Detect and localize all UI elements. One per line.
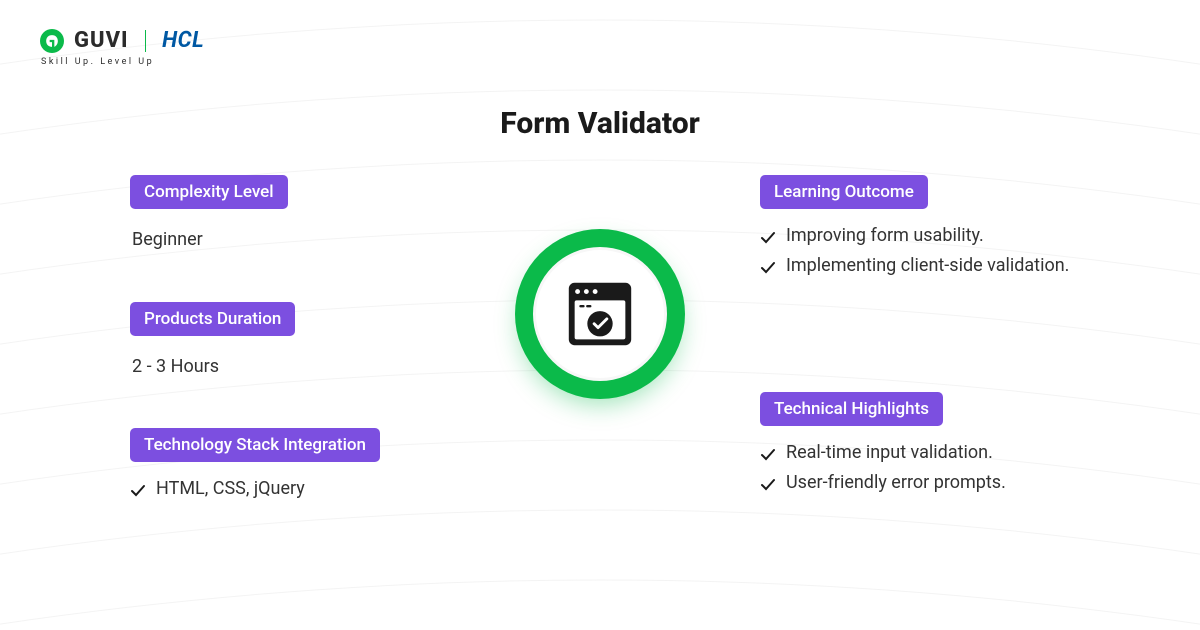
learning-item-0: Improving form usability. [786, 225, 984, 246]
hcl-brand-text: HCL [162, 28, 204, 53]
outer-ring [515, 229, 685, 399]
header: GUVI HCL Skill Up. Level Up [40, 28, 204, 67]
duration-value: 2 - 3 Hours [132, 352, 470, 383]
logo-block: GUVI HCL Skill Up. Level Up [40, 28, 204, 67]
check-icon [760, 259, 776, 277]
section-highlights: Technical Highlights Real-time input val… [760, 392, 1140, 494]
check-icon [760, 446, 776, 464]
tagline: Skill Up. Level Up [41, 57, 204, 67]
list-item: Implementing client-side validation. [760, 255, 1140, 277]
page-title: Form Validator [500, 106, 700, 141]
duration-label: Products Duration [130, 302, 295, 336]
guvi-brand-text: GUVI [74, 28, 129, 53]
list-item: User-friendly error prompts. [760, 472, 1140, 494]
learning-item-1: Implementing client-side validation. [786, 255, 1069, 276]
section-learning: Learning Outcome Improving form usabilit… [760, 175, 1140, 277]
check-icon [760, 476, 776, 494]
logo-row: GUVI HCL [40, 28, 204, 53]
guvi-logo-icon [40, 29, 64, 53]
tech-label: Technology Stack Integration [130, 428, 380, 462]
right-column: Learning Outcome Improving form usabilit… [760, 175, 1140, 540]
highlight-item-1: User-friendly error prompts. [786, 472, 1006, 493]
learning-label: Learning Outcome [760, 175, 928, 209]
inner-ring [533, 247, 667, 381]
tech-item: HTML, CSS, jQuery [130, 478, 470, 500]
list-item: Real-time input validation. [760, 442, 1140, 464]
complexity-value: Beginner [132, 225, 470, 256]
tech-value: HTML, CSS, jQuery [156, 478, 305, 499]
brand-divider [145, 30, 147, 52]
list-item: Improving form usability. [760, 225, 1140, 247]
highlight-item-0: Real-time input validation. [786, 442, 993, 463]
check-icon [760, 229, 776, 247]
center-badge [515, 229, 685, 399]
left-column: Complexity Level Beginner Products Durat… [130, 175, 470, 546]
section-duration: Products Duration 2 - 3 Hours [130, 302, 470, 383]
section-tech: Technology Stack Integration HTML, CSS, … [130, 428, 470, 500]
section-complexity: Complexity Level Beginner [130, 175, 470, 256]
check-icon [130, 482, 146, 500]
form-validator-icon [561, 275, 639, 353]
complexity-label: Complexity Level [130, 175, 288, 209]
highlights-label: Technical Highlights [760, 392, 943, 426]
